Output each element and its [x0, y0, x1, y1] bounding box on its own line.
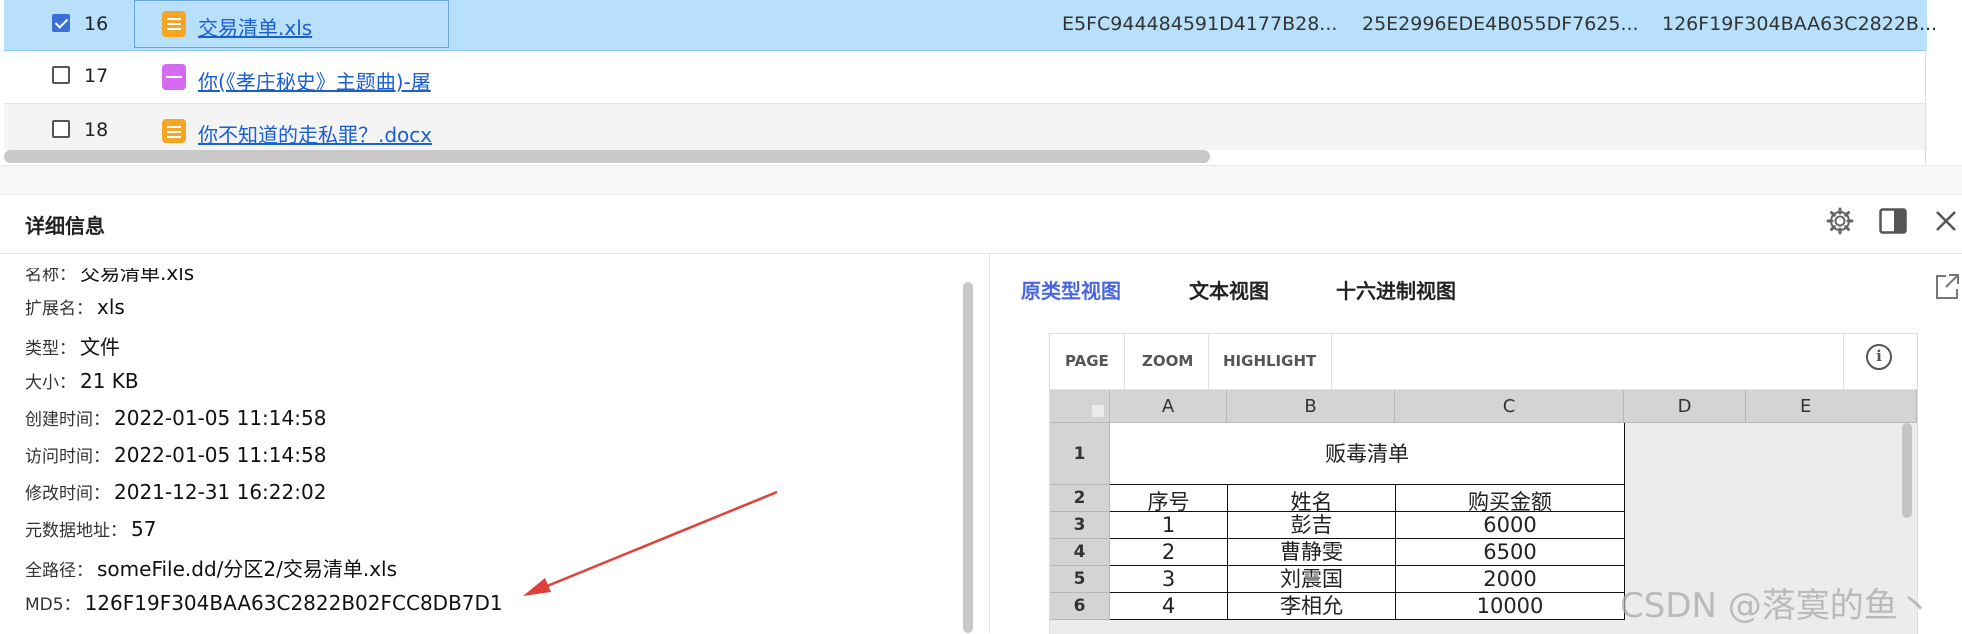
row-checkbox[interactable] [52, 66, 70, 84]
data-cell: 2000 [1396, 566, 1625, 593]
hash-cell: 25E2996EDE4B055DF7625... [1362, 13, 1639, 35]
document-file-icon [162, 119, 186, 143]
data-cell: 彭吉 [1228, 512, 1396, 539]
hash-cell: 126F19F304BAA63C2822B... [1662, 13, 1938, 35]
close-icon[interactable] [1934, 209, 1958, 237]
sheet-scrollbar[interactable] [1902, 423, 1912, 518]
data-cell: 6000 [1396, 512, 1625, 539]
divider [1843, 334, 1844, 389]
watermark: CSDN @落寞的鱼丶 [1620, 586, 1932, 626]
detail-field-modified: 修改时间： 2021-12-31 16:22:02 [25, 480, 327, 504]
detail-field-extension: 扩展名： xls [25, 295, 125, 319]
tab-hex-view[interactable]: 十六进制视图 [1336, 275, 1456, 304]
file-name-link[interactable]: 你不知道的走私罪？.docx [198, 119, 432, 148]
detail-field-name: 名称： 交易清单.xls [25, 261, 195, 285]
detail-field-metadata-address: 元数据地址： 57 [25, 517, 157, 541]
row-header[interactable]: 2 [1050, 485, 1110, 512]
row-index: 17 [84, 65, 109, 87]
divider [1925, 0, 1926, 165]
data-cell: 2 [1110, 539, 1228, 566]
detail-field-type: 类型： 文件 [25, 335, 120, 359]
divider [0, 253, 1962, 254]
file-name-link[interactable]: 交易清单.xls [198, 12, 312, 41]
panel-toggle-icon[interactable] [1879, 208, 1907, 238]
table-row[interactable]: 18 你不知道的走私罪？.docx [4, 104, 1927, 150]
sheet-title-cell: 贩毒清单 [1110, 423, 1625, 485]
preview-toolbar: PAGE ZOOM HIGHLIGHT i [1050, 334, 1917, 390]
data-cell: 李相允 [1228, 593, 1396, 620]
audio-file-icon [162, 64, 186, 90]
details-title: 详细信息 [25, 214, 105, 238]
spreadsheet-file-icon [162, 11, 186, 37]
data-cell: 刘震国 [1228, 566, 1396, 593]
data-cell: 4 [1110, 593, 1228, 620]
info-icon[interactable]: i [1866, 344, 1892, 370]
detail-field-size: 大小： 21 KB [25, 369, 139, 393]
divider [989, 254, 990, 633]
data-cell: 曹静雯 [1228, 539, 1396, 566]
row-checkbox[interactable] [52, 14, 70, 32]
table-row[interactable]: 16 交易清单.xls E5FC944484591D4177B28... 25E… [4, 0, 1937, 51]
data-cell: 1 [1110, 512, 1228, 539]
row-header[interactable]: 6 [1050, 593, 1110, 620]
header-cell: 序号 [1110, 485, 1228, 512]
tab-native-view[interactable]: 原类型视图 [1021, 275, 1121, 304]
zoom-button[interactable]: ZOOM [1127, 334, 1210, 389]
detail-field-md5: MD5： 126F19F304BAA63C2822B02FCC8DB7D1 [25, 591, 503, 615]
row-index: 18 [84, 119, 109, 141]
row-header[interactable]: 4 [1050, 539, 1110, 566]
row-header[interactable]: 3 [1050, 512, 1110, 539]
row-header[interactable]: 5 [1050, 566, 1110, 593]
column-header[interactable]: B [1227, 390, 1395, 423]
gear-icon[interactable] [1825, 206, 1855, 240]
header-cell: 姓名 [1228, 485, 1396, 512]
detail-field-full-path: 全路径： someFile.dd/分区2/交易清单.xls [25, 557, 398, 581]
vertical-scrollbar[interactable] [963, 282, 973, 633]
data-cell: 3 [1110, 566, 1228, 593]
row-index: 16 [84, 13, 109, 35]
row-header[interactable]: 1 [1050, 423, 1110, 485]
annotation-arrow [523, 490, 778, 596]
data-cell: 6500 [1396, 539, 1625, 566]
detail-field-accessed: 访问时间： 2022-01-05 11:14:58 [25, 443, 327, 467]
column-header[interactable]: D [1624, 390, 1746, 423]
external-link-icon[interactable] [1934, 272, 1960, 304]
hash-cell: E5FC944484591D4177B28... [1062, 13, 1338, 35]
data-cell: 10000 [1396, 593, 1625, 620]
horizontal-scrollbar[interactable] [4, 150, 1210, 163]
header-cell: 购买金额 [1396, 485, 1625, 512]
highlight-button[interactable]: HIGHLIGHT [1208, 334, 1333, 389]
file-name-link[interactable]: 你(《孝庄秘史》主题曲)-屠 [198, 66, 431, 95]
page-button[interactable]: PAGE [1050, 334, 1125, 389]
column-header[interactable]: E [1746, 390, 1917, 423]
table-row[interactable]: 17 你(《孝庄秘史》主题曲)-屠 [4, 51, 1927, 104]
column-header[interactable]: C [1395, 390, 1624, 423]
tab-text-view[interactable]: 文本视图 [1189, 275, 1269, 304]
detail-field-created: 创建时间： 2022-01-05 11:14:58 [25, 406, 327, 430]
column-header[interactable]: A [1110, 390, 1227, 423]
row-checkbox[interactable] [52, 120, 70, 138]
panel-separator[interactable] [0, 165, 1962, 195]
select-all-corner[interactable] [1050, 390, 1110, 423]
